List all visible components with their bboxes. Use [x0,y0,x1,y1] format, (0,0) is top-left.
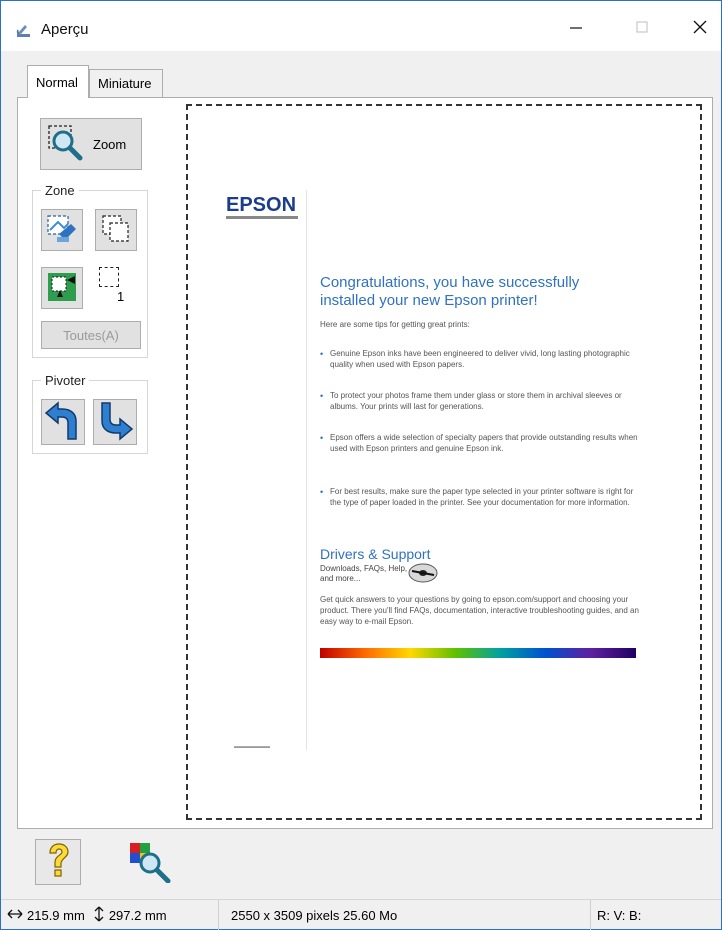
page-intro: Here are some tips for getting great pri… [320,320,470,329]
support-subtitle: Downloads, FAQs, Help, and more... [320,564,408,583]
window-title: Aperçu [41,21,89,38]
magnifier-icon [47,124,85,165]
marquee-count: 1 [117,289,125,304]
minimize-icon [569,20,583,37]
rotate-left-button[interactable] [41,399,85,445]
status-bar: 215.9 mm 297.2 mm 2550 x 3509 pixels 25.… [1,899,721,930]
zone-group-label: Zone [41,183,79,198]
preview-window: Aperçu Normal Miniature Zoom Zone 1 Tout… [0,0,722,930]
auto-locate-button[interactable] [41,209,83,251]
status-rgb: R: V: B: [597,907,642,923]
tab-normal[interactable]: Normal [27,65,89,98]
tip-bullet-icon: • [320,391,324,401]
rotate-group-label: Pivoter [41,373,90,388]
scanned-page: EPSON Congratulations, you have successf… [208,118,680,808]
tip-bullet-icon: • [320,349,324,359]
auto-locate-icon [45,212,79,249]
maximize-icon [635,20,649,37]
tip-item: Epson offers a wide selection of special… [330,433,638,453]
scanner-icon [15,21,33,39]
close-icon [692,19,708,38]
select-all-button[interactable]: Toutes(A) [41,321,141,349]
tip-bullet-icon: • [320,487,324,497]
page-headline: Congratulations, you have successfully i… [320,274,580,309]
support-body: Get quick answers to your questions by g… [320,595,639,626]
tip-item: For best results, make sure the paper ty… [330,487,634,507]
preview-area[interactable]: EPSON Congratulations, you have successf… [186,104,702,820]
rotate-right-icon [96,401,134,444]
tip-item: To protect your photos frame them under … [330,391,622,411]
title-bar: Aperçu [1,1,721,51]
status-height: 297.2 mm [108,907,167,923]
tip-item: Genuine Epson inks have been engineered … [330,349,630,369]
zoom-button[interactable]: Zoom [40,118,142,170]
help-icon [43,842,73,883]
height-arrow-icon [93,906,105,925]
marquee-count-icon [99,267,119,287]
tip-bullet-icon: • [320,433,324,443]
maximize-button[interactable] [619,11,665,45]
rotate-left-icon [44,400,82,444]
status-dimensions: 215.9 mm 297.2 mm [7,900,219,930]
tab-panel: Zoom Zone 1 Toutes(A) Pivoter EPSON Cong… [17,97,713,829]
width-arrow-icon [7,908,23,923]
brand-tagline [226,216,298,219]
page-divider [306,190,307,750]
brand-logo: EPSON [226,194,297,216]
support-heading: Drivers & Support [320,546,431,562]
status-pixels: 2550 x 3509 pixels 25.60 Mo [231,900,591,930]
disc-icon [408,562,438,587]
color-palette-icon [128,839,172,886]
color-bar [320,648,636,658]
multi-marquee-button[interactable] [95,209,137,251]
color-adjust-button[interactable] [127,839,173,885]
minimize-button[interactable] [553,11,599,45]
rotate-group: Pivoter [32,373,148,454]
multi-marquee-icon [99,212,133,249]
marquee-select-icon [45,270,79,307]
rotate-right-button[interactable] [93,399,137,445]
marquee-select-button[interactable] [41,267,83,309]
status-width: 215.9 mm [27,907,85,923]
zoom-label: Zoom [93,136,127,152]
tab-miniature[interactable]: Miniature [89,69,163,98]
page-footer-mark: ▬▬▬▬▬▬ [234,744,270,750]
close-button[interactable] [677,11,722,45]
help-button[interactable] [35,839,81,885]
zone-group: Zone 1 Toutes(A) [32,183,148,358]
